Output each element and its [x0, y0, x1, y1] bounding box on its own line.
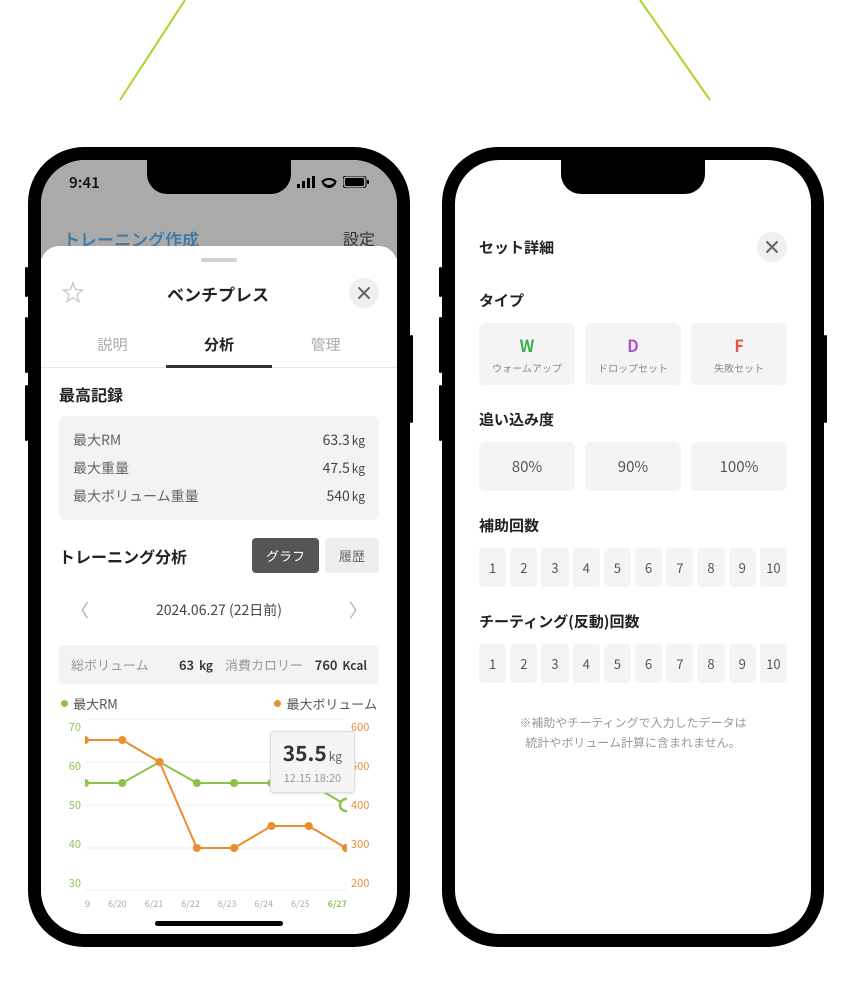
cheat-8[interactable]: 8	[697, 644, 724, 683]
type-dropset[interactable]: Dドロップセット	[585, 323, 681, 385]
decorative-arrows	[0, 0, 844, 140]
assist-label: 補助回数	[479, 515, 787, 536]
record-row: 最大RM63.3kg	[73, 426, 365, 454]
cheat-1[interactable]: 1	[479, 644, 506, 683]
phone-notch	[561, 160, 705, 194]
analysis-title: トレーニング分析	[59, 544, 187, 568]
assist-8[interactable]: 8	[697, 548, 724, 587]
cheat-4[interactable]: 4	[573, 644, 600, 683]
type-warmup[interactable]: Wウォームアップ	[479, 323, 575, 385]
assist-9[interactable]: 9	[729, 548, 756, 587]
x-axis: 96/206/216/226/236/246/256/27	[85, 897, 347, 919]
cheat-label: チーティング(反動)回数	[479, 611, 787, 632]
date-next-icon[interactable]: 〉	[345, 593, 371, 627]
tab-description[interactable]: 説明	[59, 324, 166, 367]
home-indicator[interactable]	[155, 921, 283, 926]
tab-analysis[interactable]: 分析	[166, 324, 273, 368]
type-label: タイプ	[479, 290, 787, 311]
assist-1[interactable]: 1	[479, 548, 506, 587]
cheat-9[interactable]: 9	[729, 644, 756, 683]
record-row: 最大ボリューム重量540kg	[73, 482, 365, 510]
stat-calorie-k: 消費カロリー	[225, 655, 303, 674]
phone-left: 9:41 トレーニング作成 設定 ベンチプレス	[28, 147, 410, 947]
intensity-100[interactable]: 100%	[691, 442, 787, 491]
cheat-10[interactable]: 10	[760, 644, 787, 683]
assist-6[interactable]: 6	[635, 548, 662, 587]
assist-row: 1 2 3 4 5 6 7 8 9 10	[479, 548, 787, 587]
intensity-90[interactable]: 90%	[585, 442, 681, 491]
legend-rm: 最大RM	[61, 694, 118, 713]
cheat-row: 1 2 3 4 5 6 7 8 9 10	[479, 644, 787, 683]
assist-2[interactable]: 2	[510, 548, 537, 587]
chart-tooltip: 35.5kg 12.15 18:20	[270, 731, 355, 793]
type-failset[interactable]: F失敗セット	[691, 323, 787, 385]
legend-volume: 最大ボリューム	[274, 694, 377, 713]
bottom-sheet: ベンチプレス 説明 分析 管理 最高記録 最大RM63.3kg 最大重量47.5…	[41, 246, 397, 934]
exercise-title: ベンチプレス	[167, 281, 269, 306]
records-title: 最高記録	[59, 382, 379, 406]
assist-7[interactable]: 7	[666, 548, 693, 587]
footnote: ※補助やチーティングで入力したデータは 統計やボリューム計算に含まれません。	[479, 713, 787, 754]
records-box: 最大RM63.3kg 最大重量47.5kg 最大ボリューム重量540kg	[59, 416, 379, 520]
toggle-graph[interactable]: グラフ	[252, 538, 319, 573]
favorite-star-icon[interactable]	[59, 279, 87, 307]
tabs: 説明 分析 管理	[41, 324, 397, 368]
intensity-80[interactable]: 80%	[479, 442, 575, 491]
record-row: 最大重量47.5kg	[73, 454, 365, 482]
chart: 7060504030 600500400300200	[59, 719, 379, 919]
cheat-7[interactable]: 7	[666, 644, 693, 683]
set-detail-title: セット詳細	[479, 237, 554, 258]
cheat-5[interactable]: 5	[604, 644, 631, 683]
cheat-2[interactable]: 2	[510, 644, 537, 683]
date-label: 2024.06.27 (22日前)	[156, 600, 282, 620]
assist-4[interactable]: 4	[573, 548, 600, 587]
assist-3[interactable]: 3	[541, 548, 568, 587]
cheat-3[interactable]: 3	[541, 644, 568, 683]
date-prev-icon[interactable]: 〈	[67, 593, 93, 627]
stat-volume-k: 総ボリューム	[71, 655, 149, 674]
y-axis-left: 7060504030	[59, 719, 81, 891]
close-button[interactable]	[757, 232, 787, 262]
phone-right: セット詳細 タイプ Wウォームアップ Dドロップセット F失敗セット 追い込み度	[442, 147, 824, 947]
toggle-history[interactable]: 履歴	[325, 538, 379, 573]
intensity-label: 追い込み度	[479, 409, 787, 430]
tab-manage[interactable]: 管理	[272, 324, 379, 367]
status-time: 9:41	[69, 172, 100, 193]
assist-5[interactable]: 5	[604, 548, 631, 587]
cheat-6[interactable]: 6	[635, 644, 662, 683]
close-button[interactable]	[349, 278, 379, 308]
sheet-handle[interactable]	[201, 258, 237, 262]
status-icons	[297, 176, 369, 188]
phone-notch	[147, 160, 291, 194]
assist-10[interactable]: 10	[760, 548, 787, 587]
y-axis-right: 600500400300200	[351, 719, 379, 891]
